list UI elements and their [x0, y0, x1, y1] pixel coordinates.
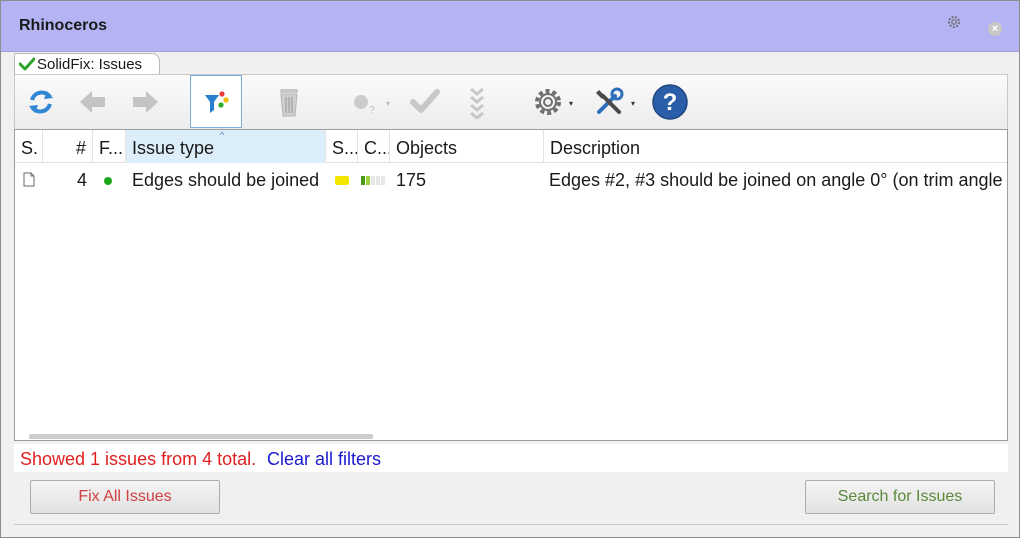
sort-ascending-icon: ^ [220, 130, 225, 140]
svg-text:?: ? [369, 105, 375, 116]
checkmark-icon [410, 88, 440, 113]
close-icon[interactable]: × [988, 22, 1002, 36]
fixable-dot-icon [103, 164, 117, 196]
fix-all-issues-button[interactable]: Fix All Issues [30, 480, 220, 514]
gear-icon [535, 88, 561, 115]
tools-icon [596, 87, 624, 114]
objects-count: 175 [396, 170, 427, 190]
chevron-down-icon: ▾ [569, 99, 574, 108]
column-header-number[interactable]: # [43, 130, 93, 163]
clear-filters-link[interactable]: Clear all filters [267, 449, 381, 470]
chevron-down-icon: ▾ [386, 99, 391, 108]
tab-solidfix-issues[interactable]: SolidFix: Issues [14, 53, 160, 75]
tab-strip: SolidFix: Issues [1, 52, 1019, 75]
forward-button[interactable] [119, 75, 171, 128]
refresh-icon [29, 90, 53, 113]
column-header-objects[interactable]: Objects [390, 130, 544, 163]
column-header-description[interactable]: Description [544, 130, 1007, 163]
forward-arrow-icon [133, 90, 158, 113]
divider [14, 524, 1008, 525]
help-icon: ? [652, 83, 688, 120]
issue-description: Edges #2, #3 should be joined on angle 0… [549, 170, 1003, 190]
check-icon [18, 57, 36, 71]
severity-indicator-icon [335, 164, 353, 196]
tab-label: SolidFix: Issues [37, 56, 143, 73]
delete-button[interactable] [263, 75, 315, 128]
issue-number: 4 [76, 170, 87, 190]
column-header-confidence[interactable]: C... [358, 130, 390, 163]
issues-table: S. # F... Issue type S... C... Objects D… [14, 129, 1008, 441]
status-message: Showed 1 issues from 4 total. [20, 449, 257, 469]
refresh-button[interactable] [15, 75, 67, 128]
column-header-severity[interactable]: S... [326, 130, 358, 163]
horizontal-scrollbar[interactable] [29, 434, 373, 439]
chevron-down-icon: ▾ [631, 99, 636, 108]
column-header-flag[interactable]: F... [93, 130, 126, 163]
window-title: Rhinoceros [19, 17, 108, 34]
search-for-issues-button[interactable]: Search for Issues [805, 480, 995, 514]
rhinoceros-panel-window: Rhinoceros × SolidFix: Issues ? ▾ ▾ ▾ ? … [0, 0, 1020, 538]
trash-icon [280, 88, 298, 116]
toolbar: ? ▾ ▾ ▾ ? [14, 74, 1008, 129]
filter-button[interactable] [190, 75, 242, 128]
column-header-issue-type[interactable]: Issue type [126, 130, 326, 163]
double-chevron-down-icon [470, 87, 484, 119]
status-dot-icon: ? [354, 94, 375, 116]
svg-text:?: ? [663, 89, 678, 116]
back-arrow-icon [80, 90, 105, 113]
confidence-bar-icon [361, 164, 389, 196]
issue-type: Edges should be joined [132, 170, 320, 190]
table-row[interactable]: 4 Edges should be joined 175 Edges #2, #… [15, 164, 1007, 196]
status-bar: Showed 1 issues from 4 total. Clear all … [14, 444, 1008, 472]
settings-button[interactable]: ▾ [522, 75, 574, 128]
column-header-status[interactable]: S. [15, 130, 43, 163]
status-dropdown-button[interactable]: ? ▾ [339, 75, 391, 128]
title-bar: Rhinoceros × [1, 1, 1019, 52]
table-header: S. # F... Issue type S... C... Objects D… [15, 130, 1007, 163]
settings-gear-icon[interactable] [946, 14, 962, 30]
accept-button[interactable] [399, 75, 451, 128]
back-button[interactable] [67, 75, 119, 128]
help-button[interactable]: ? [644, 75, 696, 128]
filter-icon [205, 90, 229, 113]
tools-button[interactable]: ▾ [583, 75, 635, 128]
document-icon [23, 164, 43, 196]
accept-all-button[interactable] [451, 75, 503, 128]
